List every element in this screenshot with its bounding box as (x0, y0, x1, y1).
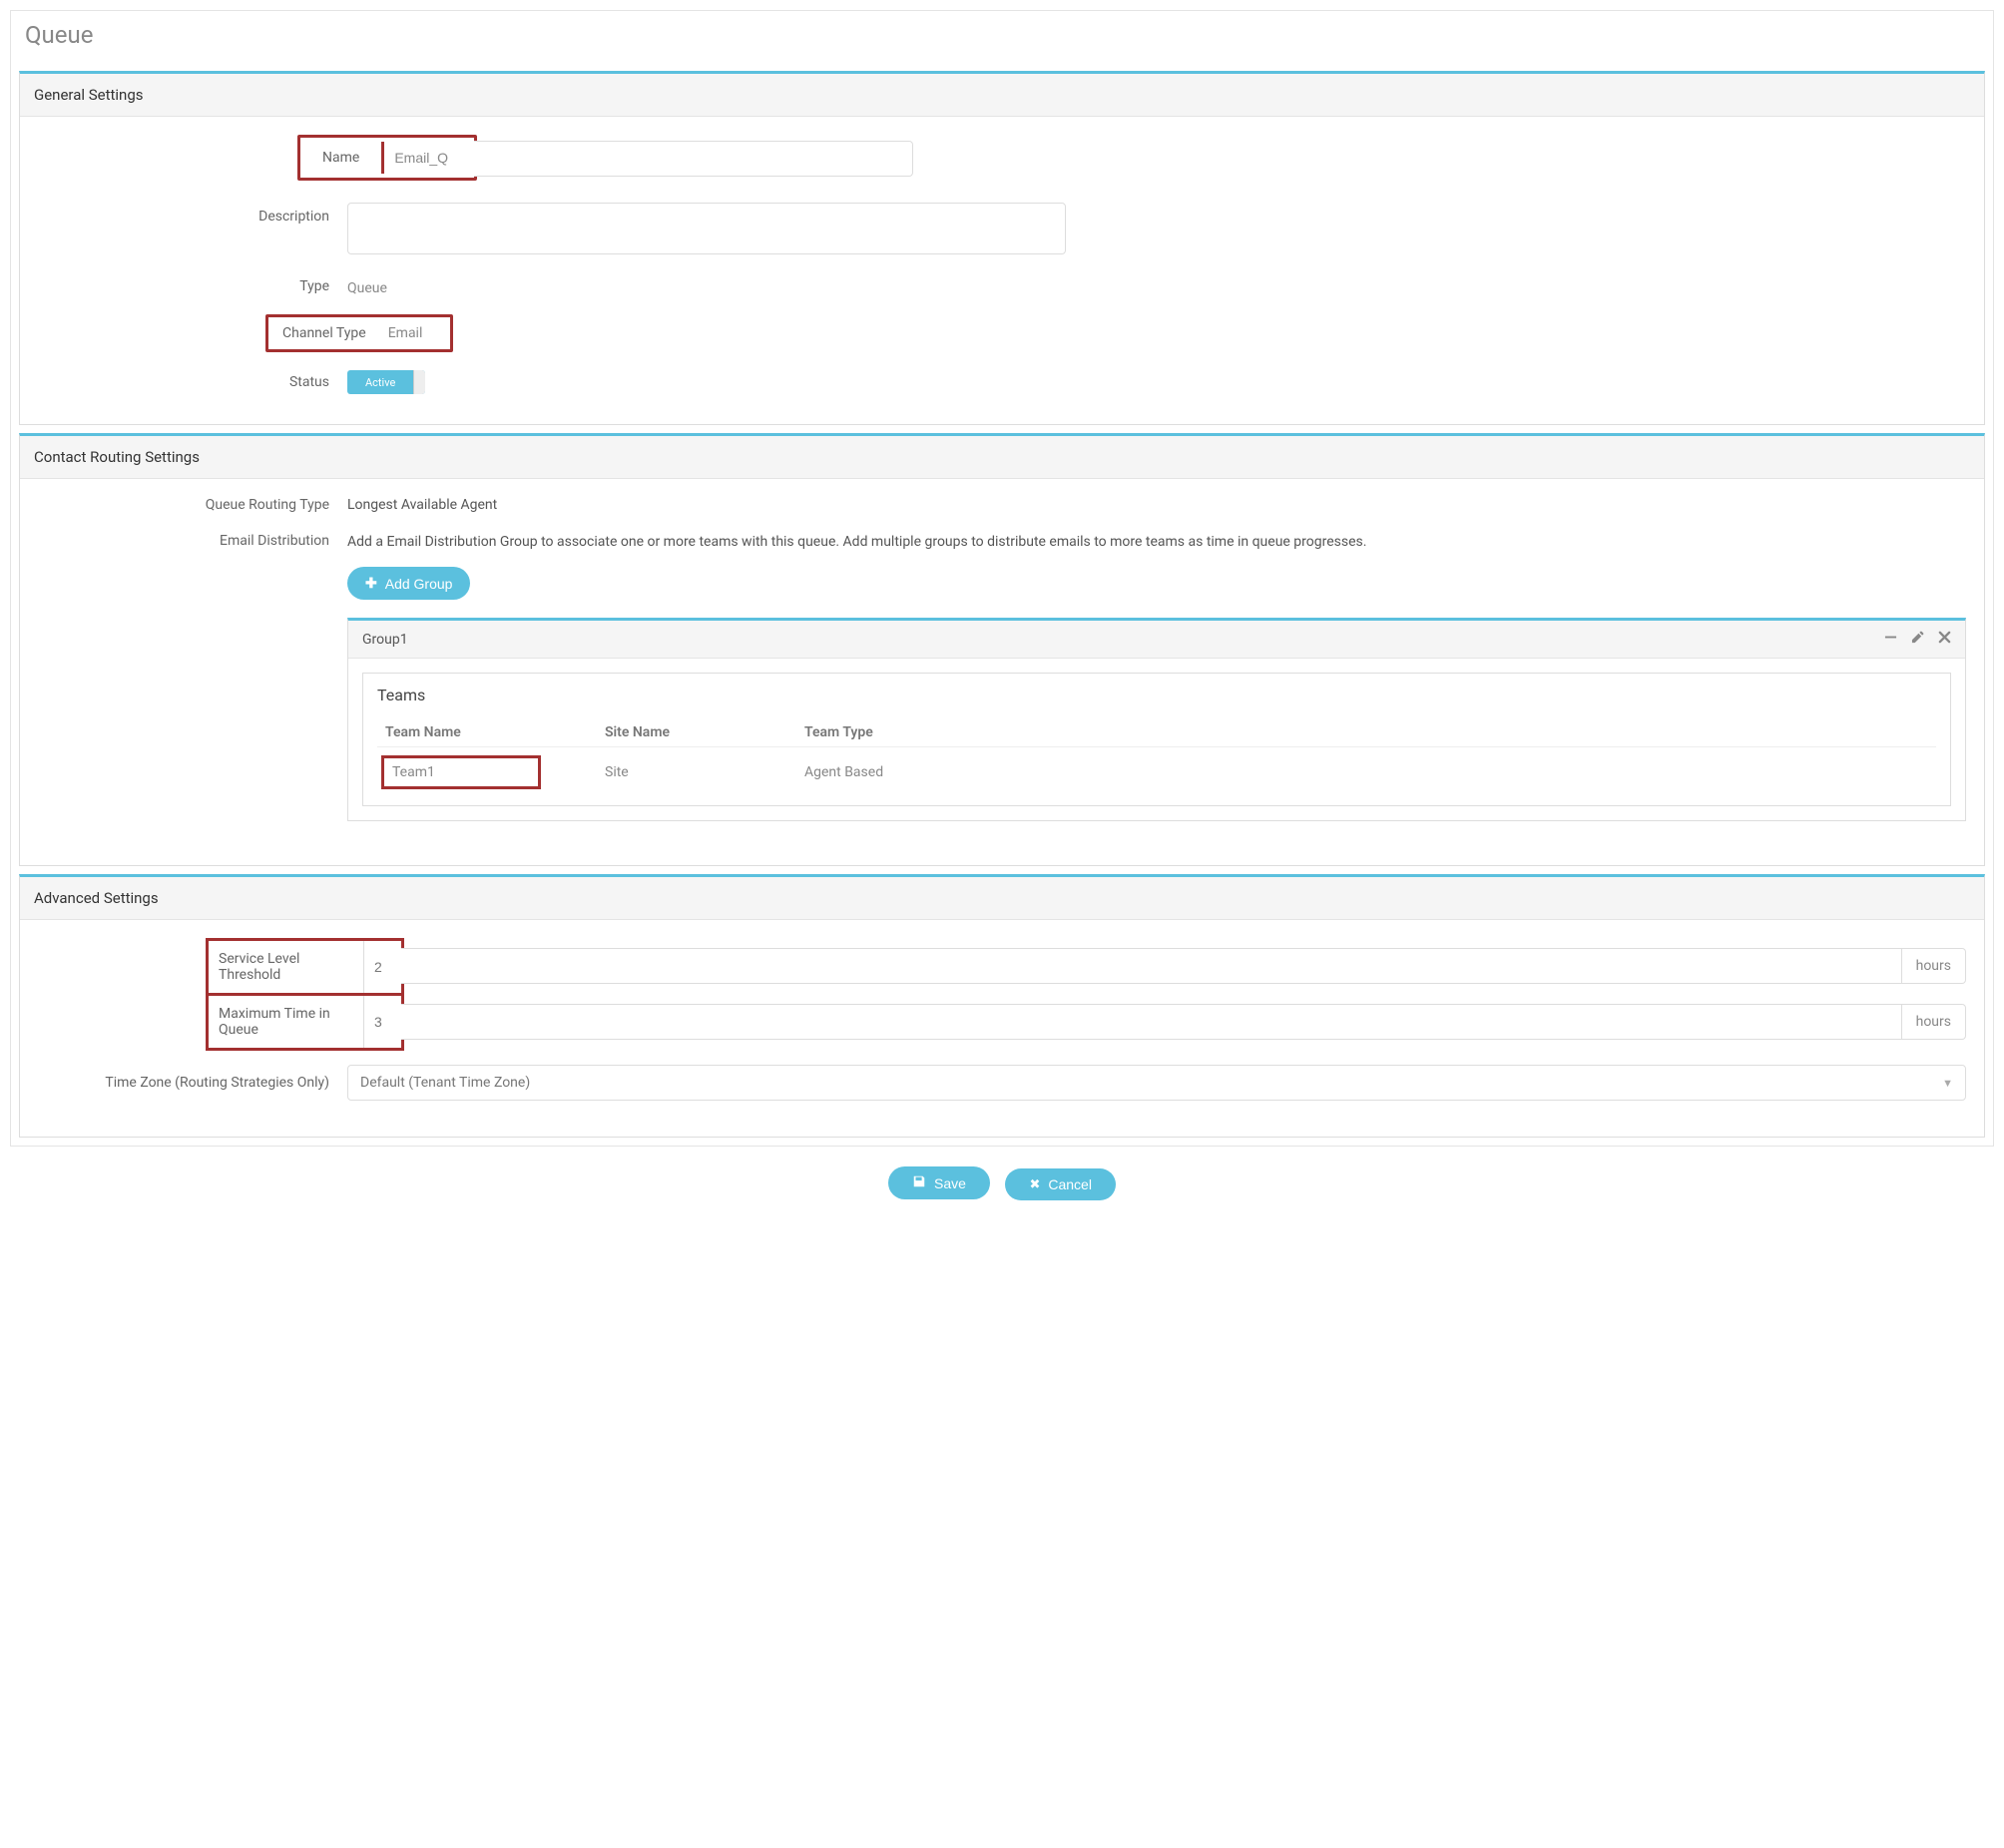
general-settings-body: Name Description Type Queue (20, 117, 1984, 424)
cancel-icon: ✖ (1029, 1176, 1040, 1192)
cell-team-type: Agent Based (804, 764, 1004, 780)
timezone-row: Time Zone (Routing Strategies Only) Defa… (38, 1065, 1966, 1101)
status-toggle-label: Active (347, 376, 413, 389)
save-label: Save (934, 1175, 966, 1191)
routing-settings-header: Contact Routing Settings (20, 436, 1984, 479)
plus-icon: ✚ (365, 575, 377, 592)
save-button[interactable]: Save (888, 1166, 990, 1199)
col-site-name: Site Name (605, 724, 804, 740)
service-level-highlight: Service Level Threshold (206, 938, 404, 993)
add-group-label: Add Group (385, 576, 453, 592)
save-icon (912, 1174, 926, 1191)
type-row: Type Queue (38, 276, 1966, 296)
teams-box: Teams Team Name Site Name Team Type (362, 673, 1951, 806)
routing-settings-panel: Contact Routing Settings Queue Routing T… (19, 433, 1985, 866)
name-input-extension[interactable] (474, 141, 913, 177)
group-panel: Group1 (347, 618, 1966, 821)
footer-buttons: Save ✖ Cancel (10, 1147, 1994, 1226)
edit-icon[interactable] (1911, 631, 1924, 648)
description-row: Description (38, 203, 1966, 258)
timezone-value: Default (Tenant Time Zone) (360, 1075, 1942, 1091)
email-distribution-row: Email Distribution Add a Email Distribut… (38, 531, 1966, 821)
teams-header-row: Team Name Site Name Team Type (377, 718, 1936, 747)
email-distribution-field: Add a Email Distribution Group to associ… (347, 531, 1966, 821)
service-level-unit: hours (1901, 949, 1965, 983)
channel-type-label: Channel Type (282, 325, 384, 341)
chevron-down-icon: ▼ (1942, 1077, 1953, 1090)
advanced-settings-header: Advanced Settings (20, 877, 1984, 920)
status-toggle-handle (413, 370, 425, 394)
queue-routing-type-row: Queue Routing Type Longest Available Age… (38, 497, 1966, 513)
max-time-row: Maximum Time in Queue hours (38, 993, 1966, 1051)
collapse-icon[interactable] (1884, 631, 1897, 648)
group-actions (1884, 631, 1951, 648)
timezone-select[interactable]: Default (Tenant Time Zone) ▼ (347, 1065, 1966, 1101)
channel-type-value: Email (384, 325, 437, 341)
status-field: Active (347, 370, 1966, 394)
group-header: Group1 (348, 621, 1965, 659)
queue-routing-type-label: Queue Routing Type (38, 497, 347, 513)
advanced-settings-panel: Advanced Settings Service Level Threshol… (19, 874, 1985, 1138)
queue-routing-type-value: Longest Available Agent (347, 497, 1966, 513)
name-row: Name (38, 135, 1966, 181)
type-value: Queue (347, 276, 1966, 296)
channel-type-highlight: Channel Type Email (265, 314, 453, 352)
timezone-label: Time Zone (Routing Strategies Only) (38, 1075, 347, 1091)
channel-type-row: Channel Type Email (38, 314, 1966, 352)
general-settings-panel: General Settings Name Description (19, 71, 1985, 425)
description-label: Description (38, 203, 347, 225)
table-row: Team1 Site Agent Based (377, 747, 1936, 797)
service-level-rest: hours (401, 948, 1966, 984)
name-highlight: Name (297, 135, 477, 181)
page-title: Queue (11, 11, 1993, 63)
cancel-button[interactable]: ✖ Cancel (1005, 1168, 1116, 1200)
col-team-type: Team Type (804, 724, 1004, 740)
name-label: Name (300, 142, 384, 174)
col-team-name: Team Name (385, 724, 605, 740)
max-time-rest: hours (401, 1004, 1966, 1040)
service-level-label: Service Level Threshold (209, 941, 363, 993)
group-body: Teams Team Name Site Name Team Type (348, 659, 1965, 820)
advanced-settings-body: Service Level Threshold hours Maximum Ti… (20, 920, 1984, 1137)
add-group-button[interactable]: ✚ Add Group (347, 567, 470, 600)
routing-settings-body: Queue Routing Type Longest Available Age… (20, 479, 1984, 865)
description-field (347, 203, 1966, 258)
service-level-input[interactable] (363, 941, 401, 993)
group-title: Group1 (362, 632, 1884, 648)
cancel-label: Cancel (1048, 1176, 1092, 1192)
description-input[interactable] (347, 203, 1066, 254)
teams-title: Teams (377, 686, 1936, 704)
page-container: Queue General Settings Name Description (10, 10, 1994, 1147)
email-distribution-label: Email Distribution (38, 531, 347, 549)
max-time-label: Maximum Time in Queue (209, 996, 363, 1048)
max-time-input[interactable] (363, 996, 401, 1048)
general-settings-header: General Settings (20, 74, 1984, 117)
delete-icon[interactable] (1938, 631, 1951, 648)
max-time-highlight: Maximum Time in Queue (206, 993, 404, 1051)
type-label: Type (38, 278, 347, 294)
email-distribution-desc: Add a Email Distribution Group to associ… (347, 531, 1966, 553)
cell-site-name: Site (605, 764, 804, 780)
service-level-row: Service Level Threshold hours (38, 938, 1966, 993)
teams-table: Team Name Site Name Team Type Team1 Si (377, 718, 1936, 797)
team-name-highlight: Team1 (381, 755, 541, 789)
status-label: Status (38, 374, 347, 390)
max-time-unit: hours (1901, 1005, 1965, 1039)
name-input[interactable] (384, 142, 474, 174)
cell-team-name: Team1 (385, 755, 605, 789)
status-toggle[interactable]: Active (347, 370, 425, 394)
status-row: Status Active (38, 370, 1966, 394)
